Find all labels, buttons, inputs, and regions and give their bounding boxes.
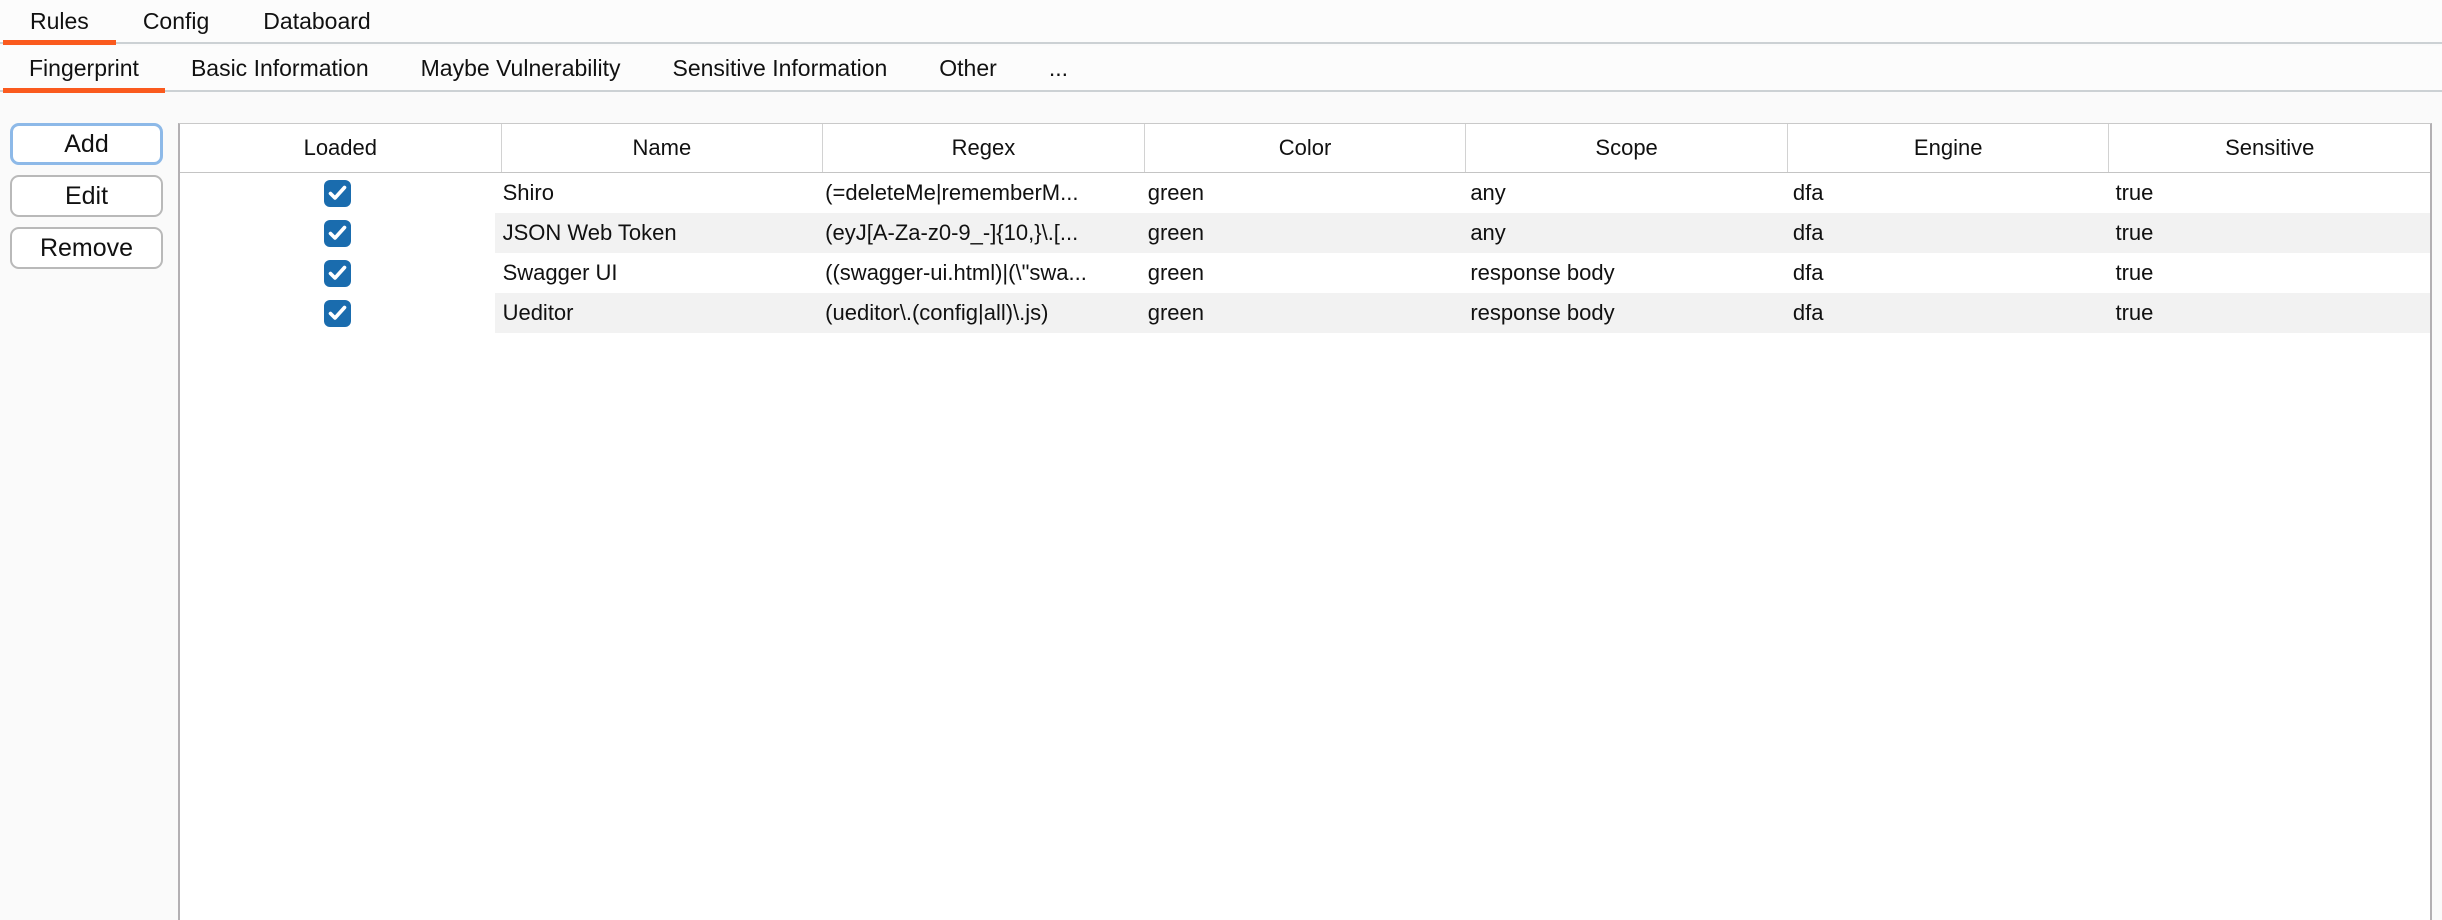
column-header-scope[interactable]: Scope	[1465, 124, 1787, 172]
subtab-sensitive-information[interactable]: Sensitive Information	[647, 45, 914, 91]
cell-scope: any	[1462, 173, 1785, 213]
cell-loaded	[180, 173, 495, 213]
tab-databoard[interactable]: Databoard	[236, 0, 397, 43]
cell-color: green	[1140, 253, 1463, 293]
rules-subtabbar: FingerprintBasic InformationMaybe Vulner…	[0, 46, 2442, 92]
column-header-name[interactable]: Name	[501, 124, 823, 172]
loaded-checkbox[interactable]	[324, 180, 351, 207]
loaded-checkbox[interactable]	[324, 220, 351, 247]
cell-scope: response body	[1462, 293, 1785, 333]
cell-color: green	[1140, 213, 1463, 253]
cell-name: Shiro	[495, 173, 818, 213]
table-row[interactable]: JSON Web Token(eyJ[A-Za-z0-9_-]{10,}\.[.…	[180, 213, 2430, 253]
cell-regex: (ueditor\.(config|all)\.js)	[817, 293, 1140, 333]
cell-sensitive: true	[2107, 173, 2430, 213]
add-button[interactable]: Add	[10, 123, 163, 165]
rules-table-panel: LoadedNameRegexColorScopeEngineSensitive…	[178, 123, 2432, 920]
cell-color: green	[1140, 173, 1463, 213]
cell-sensitive: true	[2107, 293, 2430, 333]
column-header-sensitive[interactable]: Sensitive	[2108, 124, 2430, 172]
loaded-checkbox[interactable]	[324, 300, 351, 327]
subtab-maybe-vulnerability[interactable]: Maybe Vulnerability	[395, 45, 647, 91]
content-area: Add Edit Remove LoadedNameRegexColorScopeE…	[0, 94, 2442, 920]
cell-regex: ((swagger-ui.html)|(\"swa...	[817, 253, 1140, 293]
cell-regex: (=deleteMe|rememberM...	[817, 173, 1140, 213]
column-header-engine[interactable]: Engine	[1787, 124, 2109, 172]
rules-sidebar: Add Edit Remove	[0, 94, 178, 920]
cell-name: JSON Web Token	[495, 213, 818, 253]
tab-rules[interactable]: Rules	[3, 0, 116, 43]
subtab-basic-information[interactable]: Basic Information	[165, 45, 395, 91]
cell-sensitive: true	[2107, 253, 2430, 293]
cell-regex: (eyJ[A-Za-z0-9_-]{10,}\.[...	[817, 213, 1140, 253]
cell-engine: dfa	[1785, 213, 2108, 253]
cell-sensitive: true	[2107, 213, 2430, 253]
cell-color: green	[1140, 293, 1463, 333]
subtab-other[interactable]: Other	[913, 45, 1023, 91]
column-header-regex[interactable]: Regex	[822, 124, 1144, 172]
edit-button[interactable]: Edit	[10, 175, 163, 217]
cell-engine: dfa	[1785, 253, 2108, 293]
table-row[interactable]: Ueditor(ueditor\.(config|all)\.js)greenr…	[180, 293, 2430, 333]
cell-loaded	[180, 253, 495, 293]
app-window: RulesConfigDataboard FingerprintBasic In…	[0, 0, 2442, 920]
cell-scope: any	[1462, 213, 1785, 253]
cell-engine: dfa	[1785, 293, 2108, 333]
loaded-checkbox[interactable]	[324, 260, 351, 287]
table-header-row: LoadedNameRegexColorScopeEngineSensitive	[180, 124, 2430, 173]
main-tabbar: RulesConfigDataboard	[0, 0, 2442, 44]
column-header-loaded[interactable]: Loaded	[180, 124, 501, 172]
subtab-more[interactable]: ...	[1023, 45, 1094, 91]
column-header-color[interactable]: Color	[1144, 124, 1466, 172]
cell-scope: response body	[1462, 253, 1785, 293]
table-row[interactable]: Swagger UI((swagger-ui.html)|(\"swa...gr…	[180, 253, 2430, 293]
cell-loaded	[180, 293, 495, 333]
subtab-fingerprint[interactable]: Fingerprint	[3, 45, 165, 91]
tab-config[interactable]: Config	[116, 0, 236, 43]
table-row[interactable]: Shiro(=deleteMe|rememberM...greenanydfat…	[180, 173, 2430, 213]
cell-name: Ueditor	[495, 293, 818, 333]
table-body: Shiro(=deleteMe|rememberM...greenanydfat…	[180, 173, 2430, 333]
cell-engine: dfa	[1785, 173, 2108, 213]
remove-button[interactable]: Remove	[10, 227, 163, 269]
cell-name: Swagger UI	[495, 253, 818, 293]
cell-loaded	[180, 213, 495, 253]
